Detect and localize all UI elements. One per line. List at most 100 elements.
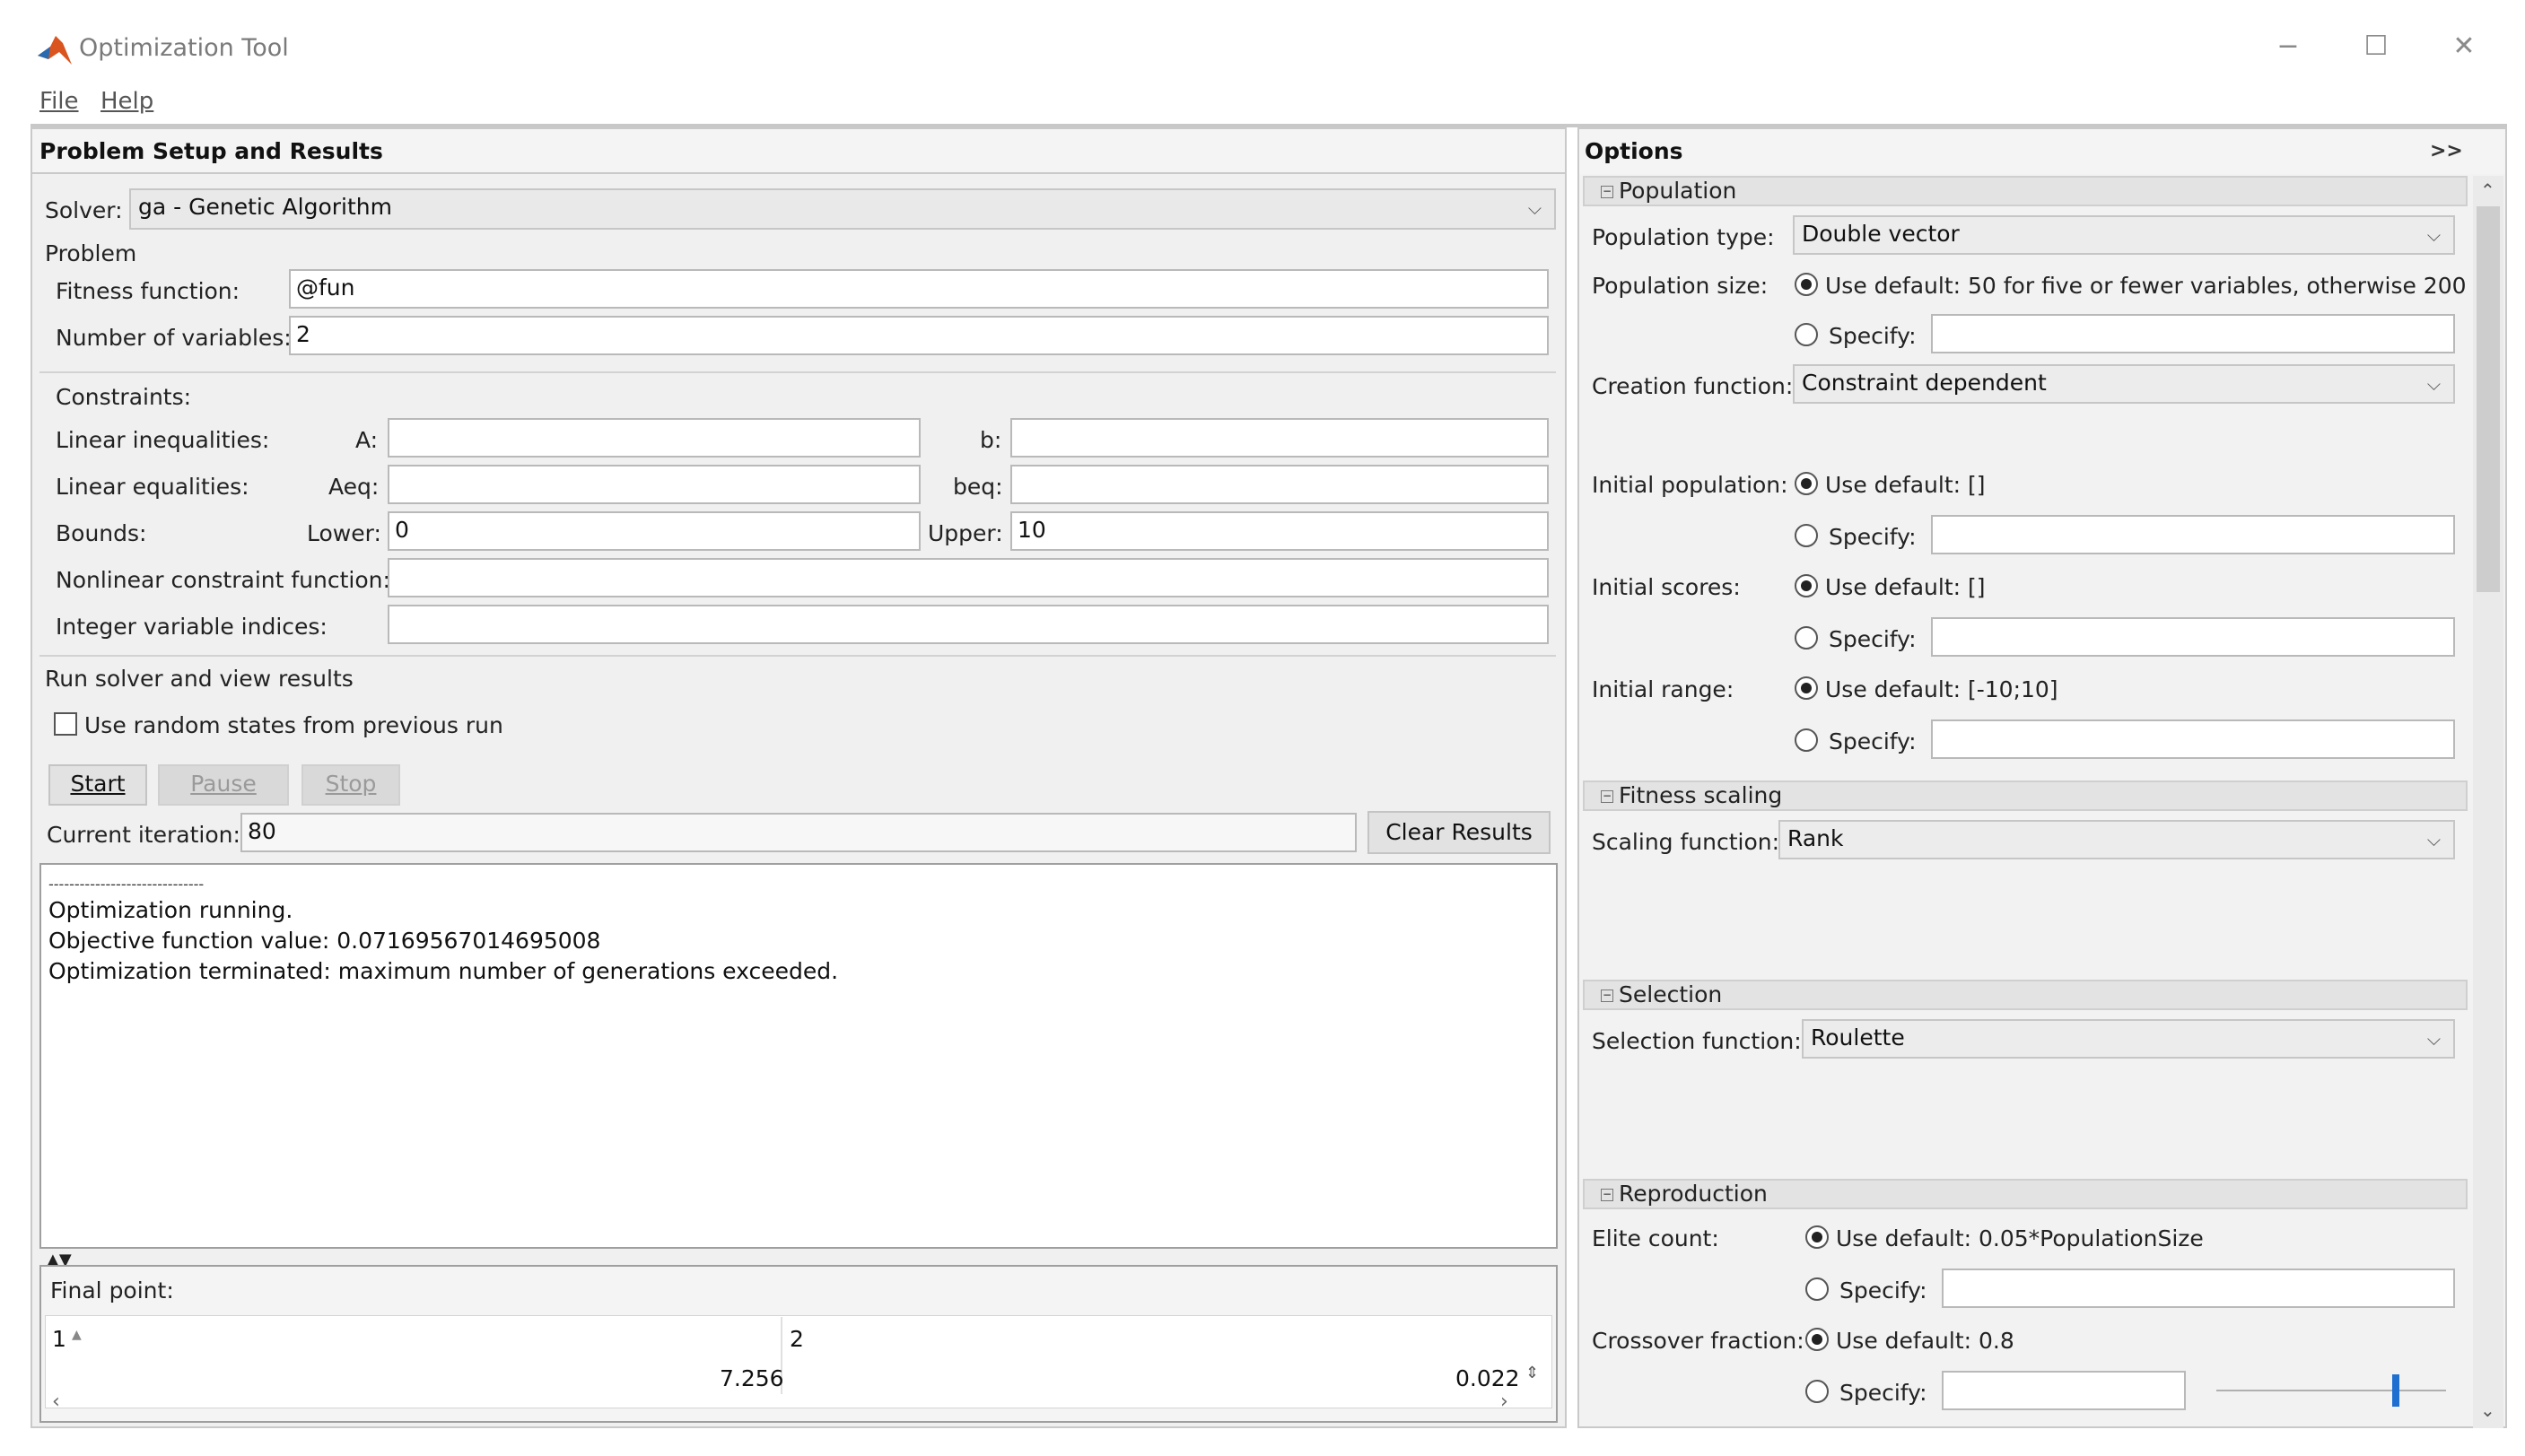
- crossover-fraction-input[interactable]: [1942, 1371, 2186, 1410]
- scroll-left-icon[interactable]: ‹: [52, 1391, 60, 1413]
- initial-population-default-radio[interactable]: [1795, 472, 1818, 495]
- output-line: Optimization running.: [48, 897, 293, 923]
- upper-label: Upper:: [928, 520, 1003, 546]
- integer-variable-label: Integer variable indices:: [56, 614, 328, 640]
- maximize-button[interactable]: ☐: [2358, 31, 2394, 62]
- initial-scores-specify-radio[interactable]: [1795, 626, 1818, 650]
- integer-variable-input[interactable]: [388, 605, 1549, 644]
- final-point-value-2: 0.022: [1455, 1365, 1520, 1391]
- random-states-label: Use random states from previous run: [84, 712, 503, 738]
- spinner-icon[interactable]: ⇕: [1525, 1364, 1539, 1382]
- elite-count-default-label: Use default: 0.05*PopulationSize: [1836, 1225, 2204, 1251]
- crossover-specify-radio[interactable]: [1805, 1380, 1829, 1403]
- fitness-scaling-section-header[interactable]: − Fitness scaling: [1583, 780, 2468, 811]
- selection-function-label: Selection function:: [1592, 1028, 1802, 1054]
- specify-label: Specify:: [1829, 524, 1917, 550]
- solver-dropdown[interactable]: ga - Genetic Algorithm ⌵: [129, 188, 1556, 230]
- initial-range-label: Initial range:: [1592, 676, 1734, 702]
- menu-help[interactable]: Help: [100, 88, 153, 115]
- b-vector-input[interactable]: [1010, 418, 1549, 458]
- population-type-dropdown[interactable]: Double vector ⌵: [1793, 215, 2455, 255]
- selection-function-dropdown[interactable]: Roulette ⌵: [1802, 1019, 2455, 1059]
- population-size-input[interactable]: [1931, 314, 2455, 353]
- linear-equalities-label: Linear equalities:: [56, 474, 249, 500]
- population-type-label: Population type:: [1592, 224, 1775, 250]
- initial-range-default-radio[interactable]: [1795, 676, 1818, 700]
- sort-up-icon: ▲: [72, 1328, 82, 1342]
- chevron-down-icon: ⌵: [2426, 829, 2441, 850]
- start-button[interactable]: Start: [48, 764, 147, 806]
- population-type-value: Double vector: [1802, 221, 1960, 247]
- chevron-down-icon: ⌵: [1527, 197, 1542, 219]
- chevron-down-icon: ⌵: [2426, 373, 2441, 395]
- minimize-button[interactable]: −: [2270, 31, 2306, 62]
- creation-function-label: Creation function:: [1592, 373, 1794, 399]
- crossover-slider-track[interactable]: [2216, 1390, 2446, 1391]
- elite-count-input[interactable]: [1942, 1269, 2455, 1308]
- beq-vector-input[interactable]: [1010, 465, 1549, 504]
- clear-results-button[interactable]: Clear Results: [1367, 811, 1551, 854]
- population-title: Population: [1619, 178, 1737, 204]
- aeq-matrix-input[interactable]: [388, 465, 921, 504]
- number-of-variables-input[interactable]: 2: [289, 316, 1549, 355]
- stop-button[interactable]: Stop: [301, 764, 400, 806]
- window-title: Optimization Tool: [79, 34, 289, 62]
- upper-bound-input[interactable]: 10: [1010, 511, 1549, 551]
- scrollbar-thumb[interactable]: [2477, 206, 2500, 592]
- scroll-down-icon[interactable]: ⌄: [2480, 1399, 2495, 1421]
- crossover-default-label: Use default: 0.8: [1836, 1328, 2014, 1354]
- initial-population-specify-radio[interactable]: [1795, 524, 1818, 547]
- selection-section-header[interactable]: − Selection: [1583, 980, 2468, 1010]
- current-iteration-field: 80: [240, 813, 1357, 852]
- elite-count-specify-radio[interactable]: [1805, 1277, 1829, 1301]
- reproduction-title: Reproduction: [1619, 1181, 1768, 1207]
- initial-range-input[interactable]: [1931, 719, 2455, 759]
- population-size-default-label: Use default: 50 for five or fewer variab…: [1825, 273, 2467, 299]
- expand-options-button[interactable]: >>: [2430, 140, 2463, 162]
- crossover-default-radio[interactable]: [1805, 1328, 1829, 1351]
- a-matrix-input[interactable]: [388, 418, 921, 458]
- scaling-function-dropdown[interactable]: Rank ⌵: [1778, 820, 2455, 859]
- column-header-2[interactable]: 2: [790, 1326, 804, 1352]
- pause-button[interactable]: Pause: [158, 764, 289, 806]
- population-size-specify-radio[interactable]: [1795, 323, 1818, 346]
- lower-bound-input[interactable]: 0: [388, 511, 921, 551]
- solver-label: Solver:: [45, 197, 123, 223]
- specify-label: Specify:: [1839, 1277, 1927, 1303]
- population-section-header[interactable]: − Population: [1583, 176, 2468, 206]
- crossover-slider-thumb[interactable]: [2392, 1374, 2399, 1407]
- fitness-function-input[interactable]: @fun: [289, 269, 1549, 309]
- nonlinear-constraint-label: Nonlinear constraint function:: [56, 567, 390, 593]
- initial-scores-default-label: Use default: []: [1825, 574, 1986, 600]
- initial-scores-input[interactable]: [1931, 617, 2455, 657]
- reproduction-section-header[interactable]: − Reproduction: [1583, 1179, 2468, 1209]
- initial-population-input[interactable]: [1931, 515, 2455, 554]
- constraints-label: Constraints:: [56, 384, 192, 410]
- collapse-icon: −: [1601, 185, 1613, 198]
- initial-population-default-label: Use default: []: [1825, 472, 1986, 498]
- creation-function-dropdown[interactable]: Constraint dependent ⌵: [1793, 364, 2455, 404]
- results-output[interactable]: ------------------------------ Optimizat…: [39, 863, 1558, 1249]
- close-button[interactable]: ✕: [2446, 31, 2482, 62]
- nonlinear-constraint-input[interactable]: [388, 558, 1549, 597]
- matlab-logo-icon: [38, 36, 72, 65]
- fitness-scaling-title: Fitness scaling: [1619, 782, 1783, 808]
- initial-scores-default-radio[interactable]: [1795, 574, 1818, 597]
- collapse-icon: −: [1601, 989, 1613, 1002]
- scroll-up-icon[interactable]: ⌃: [2480, 179, 2495, 201]
- initial-range-specify-radio[interactable]: [1795, 728, 1818, 752]
- menu-file[interactable]: File: [39, 88, 79, 115]
- lower-label: Lower:: [307, 520, 381, 546]
- a-label: A:: [355, 427, 379, 453]
- elite-count-default-radio[interactable]: [1805, 1225, 1829, 1249]
- random-states-checkbox[interactable]: [54, 712, 77, 736]
- output-line: ------------------------------: [48, 876, 205, 893]
- collapse-icon: −: [1601, 789, 1613, 803]
- population-size-default-radio[interactable]: [1795, 273, 1818, 296]
- column-header-1[interactable]: 1: [52, 1326, 66, 1352]
- scroll-right-icon[interactable]: ›: [1500, 1391, 1508, 1413]
- divider: [39, 655, 1556, 657]
- beq-label: beq:: [953, 474, 1003, 500]
- scaling-function-label: Scaling function:: [1592, 829, 1780, 855]
- options-title: Options: [1585, 138, 1683, 164]
